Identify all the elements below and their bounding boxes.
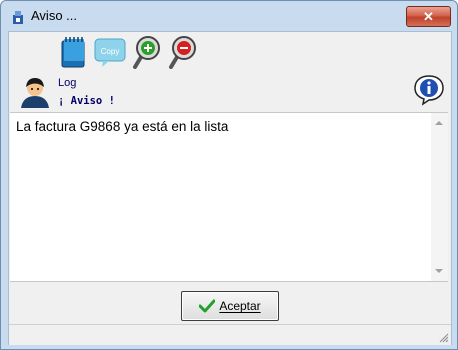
scroll-down-icon[interactable] bbox=[435, 269, 443, 273]
copy-icon-text: Copy bbox=[101, 47, 120, 56]
notepad-icon[interactable] bbox=[57, 35, 91, 69]
aviso-label: ¡ Aviso ! bbox=[58, 95, 115, 107]
log-label: Log bbox=[58, 77, 77, 89]
resize-grip-icon[interactable] bbox=[437, 331, 449, 343]
check-icon bbox=[199, 299, 216, 313]
message-text: La factura G9868 ya está en la lista bbox=[16, 119, 229, 134]
scroll-up-icon[interactable] bbox=[435, 121, 443, 125]
info-icon bbox=[414, 75, 444, 106]
dialog-body: Copy Log ¡ Aviso ! La factura G9868 ya e… bbox=[8, 31, 452, 345]
vertical-scrollbar[interactable] bbox=[431, 113, 448, 281]
window-title: Aviso ... bbox=[31, 8, 78, 23]
zoom-out-icon[interactable] bbox=[167, 35, 201, 69]
dialog-window: Aviso ... ✕ Copy Log ¡ Aviso ! La factur… bbox=[0, 0, 458, 350]
copy-button[interactable]: Copy bbox=[93, 35, 127, 69]
accept-button[interactable]: Aceptar bbox=[181, 291, 279, 321]
user-avatar-icon bbox=[21, 78, 49, 108]
zoom-in-icon[interactable] bbox=[131, 35, 165, 69]
app-icon bbox=[13, 11, 23, 24]
close-icon: ✕ bbox=[423, 8, 434, 24]
status-bar bbox=[9, 324, 451, 345]
message-textarea[interactable]: La factura G9868 ya está en la lista bbox=[10, 112, 448, 282]
copy-icon: Copy bbox=[94, 38, 126, 67]
title-bar[interactable]: Aviso ... ✕ bbox=[1, 1, 457, 31]
accept-button-label: Aceptar bbox=[219, 299, 261, 313]
close-button[interactable]: ✕ bbox=[406, 6, 451, 27]
